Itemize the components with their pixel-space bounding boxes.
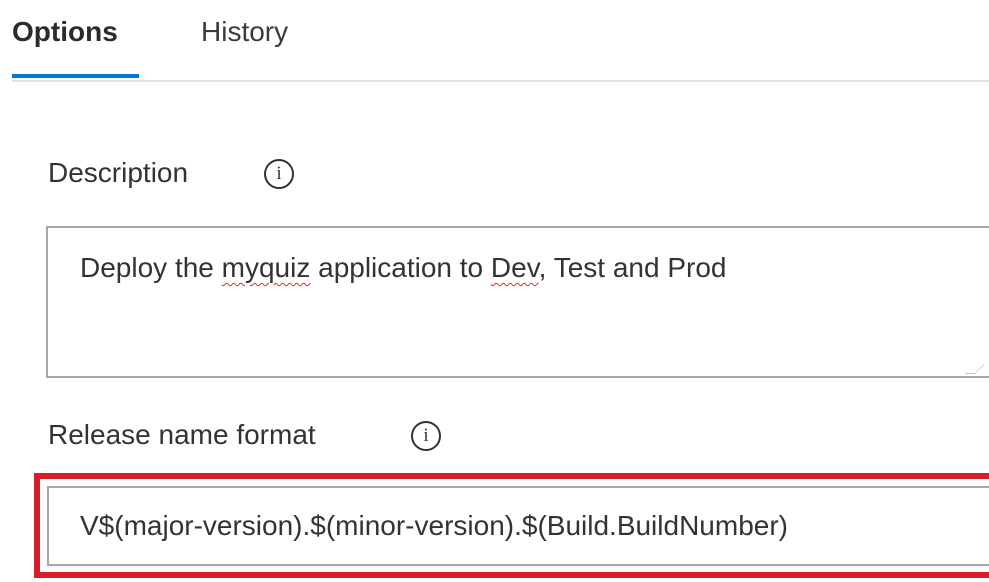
spelling-error-word: Dev: [490, 252, 539, 283]
description-text: Deploy the myquiz application to Dev, Te…: [80, 250, 726, 286]
release-name-format-label: Release name format: [48, 419, 316, 450]
highlight-box: [34, 473, 989, 578]
description-text-part: , Test and Prod: [538, 252, 727, 283]
info-icon[interactable]: i: [411, 421, 441, 451]
description-textarea[interactable]: Deploy the myquiz application to Dev, Te…: [46, 226, 989, 378]
resize-grip-icon[interactable]: [965, 364, 985, 374]
description-label: Description: [48, 157, 189, 188]
tab-history[interactable]: History: [201, 14, 288, 50]
description-text-part: application to: [310, 252, 491, 283]
spelling-error-word: myquiz: [221, 252, 311, 283]
description-text-part: Deploy the: [80, 252, 222, 283]
tab-options[interactable]: Options: [12, 14, 118, 50]
info-icon[interactable]: i: [264, 159, 294, 189]
tab-bar: Options History: [12, 0, 989, 82]
active-tab-indicator: [12, 74, 139, 78]
